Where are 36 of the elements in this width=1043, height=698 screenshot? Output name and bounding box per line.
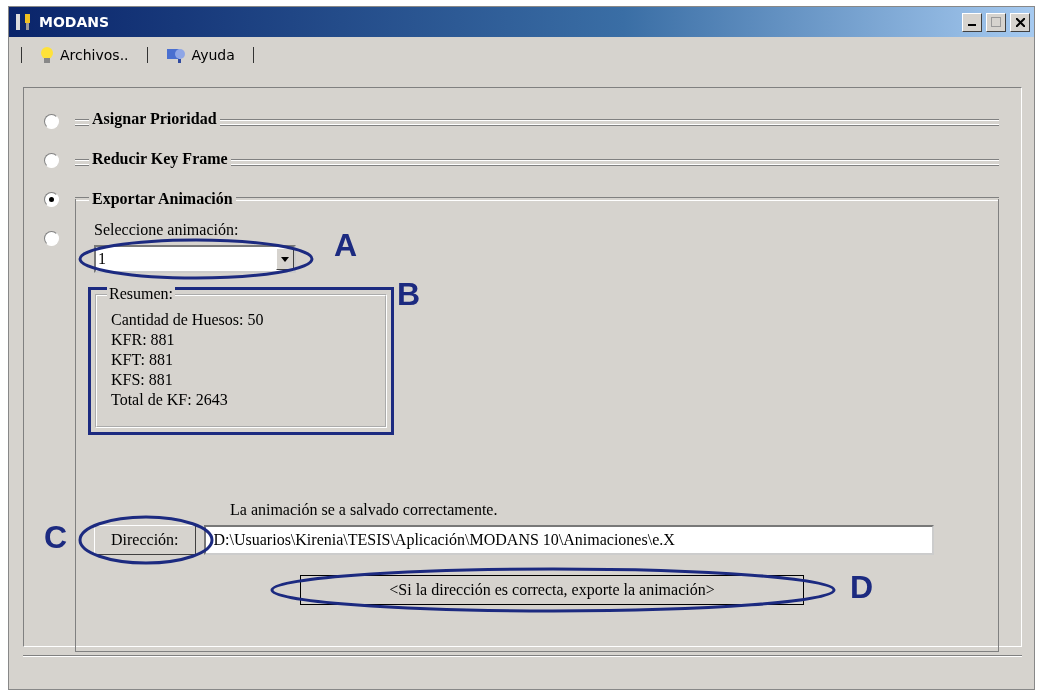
close-icon — [1015, 17, 1025, 27]
summary-line: KFR: 881 — [111, 330, 176, 350]
address-field[interactable]: D:\Usuarios\Kirenia\TESIS\Aplicación\MODANS 10\Animaciones\e.X — [203, 525, 934, 555]
menu-item[interactable]: Ayuda — [161, 44, 239, 66]
close-button[interactable] — [1010, 12, 1030, 32]
radio-button[interactable] — [44, 114, 59, 129]
select-label: Seleccione animación: — [94, 221, 239, 239]
summary-line: Cantidad de Huesos: 50 — [111, 310, 265, 330]
dropdown-button[interactable] — [276, 248, 294, 270]
group-box-edge — [75, 118, 89, 126]
light-bulb-icon — [40, 46, 54, 64]
annotation-letter: B — [397, 276, 421, 313]
maximize-button[interactable] — [986, 12, 1006, 32]
minimize-button[interactable] — [962, 12, 982, 32]
summary-line: KFT: 881 — [111, 350, 174, 370]
menu-item[interactable]: Archivos.. — [36, 44, 133, 66]
maximize-icon — [991, 17, 1001, 27]
address-button[interactable]: Dirección: — [94, 525, 196, 555]
animation-dropdown[interactable]: 1 — [94, 245, 296, 273]
section-title: Asignar Prioridad — [92, 110, 217, 128]
annotation-letter: C — [44, 519, 68, 556]
section-title: Exportar Animación — [92, 190, 233, 208]
summary-line: KFS: 881 — [111, 370, 174, 390]
annotation-letter: A — [334, 227, 358, 264]
group-box-edge — [75, 158, 89, 166]
caret-icon — [281, 256, 289, 262]
radio-button[interactable] — [44, 153, 59, 168]
status-message: La animación se a salvado correctamente. — [230, 501, 499, 519]
radio-button[interactable] — [44, 231, 59, 246]
window-title: MODANS — [39, 14, 111, 30]
summary-line: Total de KF: 2643 — [111, 390, 229, 410]
section-title: Reducir Key Frame — [92, 150, 228, 168]
export-button[interactable]: <Si la dirección es correcta, exporte la animación> — [300, 575, 804, 605]
help-icon — [165, 46, 186, 64]
annotation-letter: D — [850, 569, 874, 606]
radio-button[interactable] — [44, 192, 59, 207]
